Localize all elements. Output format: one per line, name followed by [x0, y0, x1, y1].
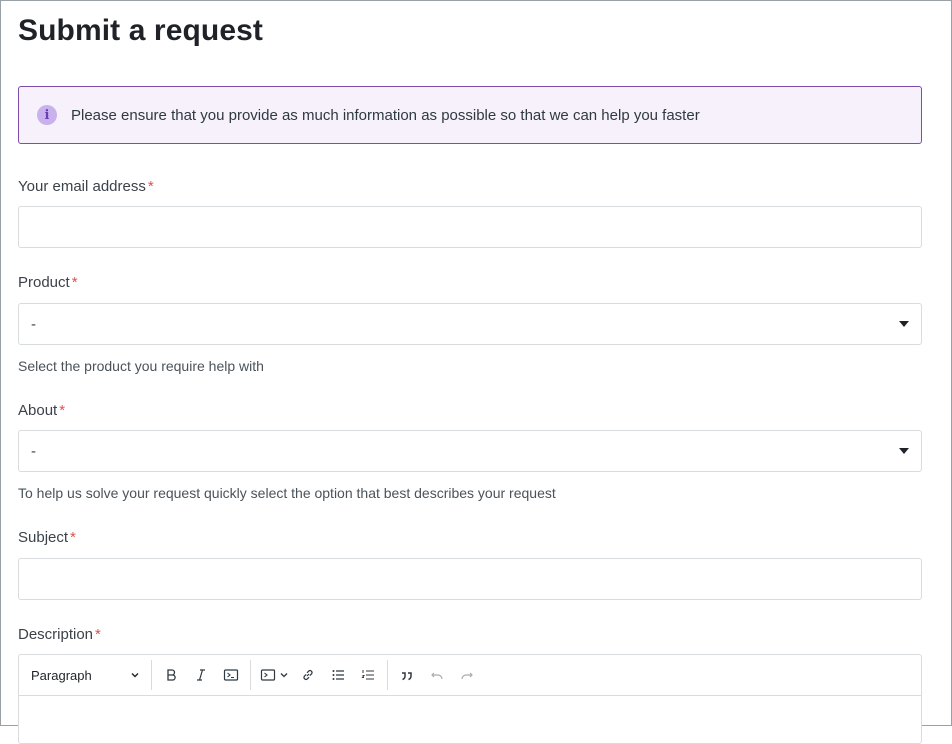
toolbar-divider	[387, 660, 388, 690]
required-marker: *	[95, 626, 101, 643]
chevron-down-icon	[899, 448, 909, 454]
description-editor: Paragraph	[18, 654, 922, 744]
email-label-text: Your email address	[18, 178, 146, 195]
required-marker: *	[147, 178, 154, 195]
italic-button[interactable]	[186, 661, 216, 689]
required-marker: *	[59, 402, 66, 419]
email-label: Your email address *	[18, 178, 154, 195]
undo-icon	[431, 672, 443, 680]
block-format-label: Paragraph	[31, 667, 92, 683]
about-select[interactable]: -	[18, 430, 922, 472]
info-icon: i	[37, 105, 57, 125]
bold-icon	[167, 669, 176, 681]
redo-icon	[461, 672, 473, 680]
chevron-down-icon	[280, 673, 288, 678]
bulleted-list-button[interactable]	[323, 661, 353, 689]
product-label-text: Product	[18, 274, 70, 291]
product-hint: Select the product you require help with	[18, 358, 264, 374]
chevron-down-icon	[899, 321, 909, 327]
about-hint: To help us solve your request quickly se…	[18, 485, 556, 501]
bold-button[interactable]	[156, 661, 186, 689]
email-field[interactable]	[18, 206, 922, 248]
quote-button[interactable]	[392, 661, 422, 689]
undo-button[interactable]	[422, 661, 452, 689]
subject-field[interactable]	[18, 558, 922, 600]
quote-icon	[402, 672, 412, 681]
redo-button[interactable]	[452, 661, 482, 689]
about-label: About *	[18, 402, 65, 419]
code-button[interactable]	[216, 661, 246, 689]
italic-icon	[197, 669, 205, 681]
product-label: Product *	[18, 274, 78, 291]
chevron-down-icon	[131, 673, 139, 678]
required-marker: *	[70, 529, 76, 546]
subject-label-text: Subject	[18, 529, 69, 546]
about-selected-value: -	[31, 442, 36, 460]
editor-toolbar: Paragraph	[19, 655, 921, 696]
product-selected-value: -	[31, 315, 36, 333]
numbered-list-icon	[361, 670, 374, 680]
description-label: Description *	[18, 626, 101, 643]
block-format-dropdown[interactable]: Paragraph	[23, 661, 147, 689]
info-notice: i Please ensure that you provide as much…	[18, 86, 922, 144]
link-button[interactable]	[293, 661, 323, 689]
about-label-text: About	[18, 402, 58, 419]
numbered-list-button[interactable]	[353, 661, 383, 689]
toolbar-divider	[250, 660, 251, 690]
link-icon	[303, 670, 313, 680]
product-select[interactable]: -	[18, 303, 922, 345]
page-title: Submit a request	[18, 14, 263, 47]
toolbar-divider	[151, 660, 152, 690]
subject-label: Subject *	[18, 529, 76, 546]
code-icon	[223, 669, 239, 681]
required-marker: *	[71, 274, 78, 291]
code-block-icon	[260, 669, 276, 681]
notice-text: Please ensure that you provide as much i…	[71, 106, 700, 124]
description-label-text: Description	[18, 626, 94, 643]
code-block-button[interactable]	[255, 661, 293, 689]
bulleted-list-icon	[332, 670, 344, 680]
